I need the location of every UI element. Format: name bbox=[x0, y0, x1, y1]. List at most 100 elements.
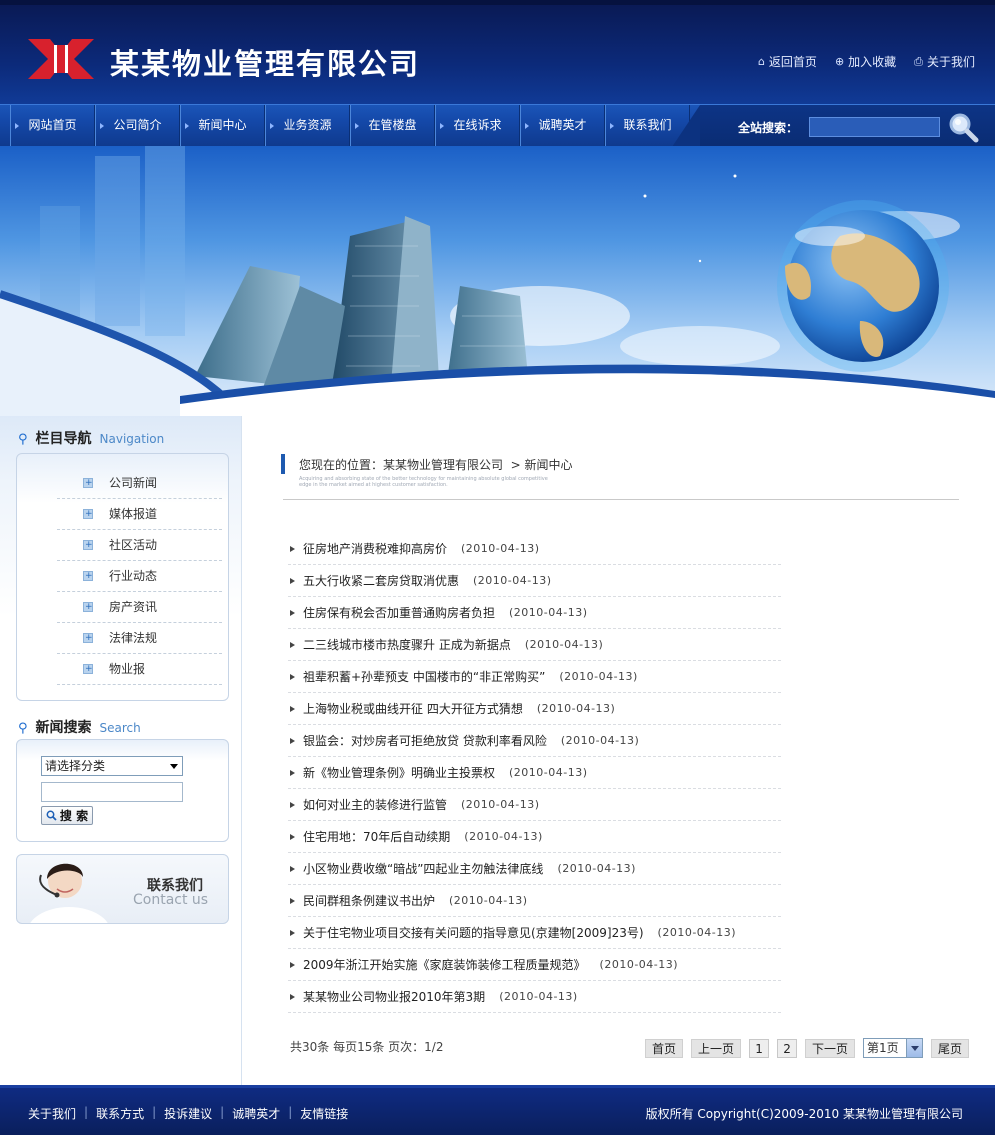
sidebar-item-company-news[interactable]: 公司新闻 bbox=[57, 468, 222, 499]
arrow-right-icon bbox=[290, 961, 295, 968]
sidebar-item-label: 社区活动 bbox=[109, 538, 158, 552]
home-link[interactable]: ⌂ 返回首页 bbox=[758, 53, 817, 70]
sidebar-item-realestate[interactable]: 房产资讯 bbox=[57, 592, 222, 623]
news-item[interactable]: 民间群租条例建议书出炉 (2010-04-13) bbox=[288, 885, 781, 917]
footer-link-careers[interactable]: 诚聘英才 bbox=[232, 1105, 280, 1122]
footer-link-friends[interactable]: 友情链接 bbox=[300, 1105, 348, 1122]
next-page-button[interactable]: 下一页 bbox=[805, 1038, 856, 1058]
news-item[interactable]: 二三线城市楼市热度骤升 正成为新据点 (2010-04-13) bbox=[288, 629, 781, 661]
about-icon: ⎙ bbox=[914, 54, 923, 68]
pagination: 首页 上一页 1 2 下一页 第1页 尾页 bbox=[645, 1038, 970, 1058]
news-item[interactable]: 小区物业费收缴“暗战”四起业主勿触法律底线 (2010-04-13) bbox=[288, 853, 781, 885]
nav-item-business[interactable]: 业务资源 bbox=[265, 105, 350, 147]
news-title: 征房地产消费税难抑高房价 bbox=[303, 542, 448, 556]
page-select-value: 第1页 bbox=[867, 1041, 899, 1055]
category-select-value: 请选择分类 bbox=[45, 759, 106, 773]
news-date: (2010-04-13) bbox=[657, 926, 737, 939]
arrow-right-icon bbox=[290, 929, 295, 936]
news-item[interactable]: 住宅用地：70年后自动续期 (2010-04-13) bbox=[288, 821, 781, 853]
news-item[interactable]: 新《物业管理条例》明确业主投票权 (2010-04-13) bbox=[288, 757, 781, 789]
news-title: 银监会：对炒房者可拒绝放贷 贷款利率看风险 bbox=[303, 734, 547, 748]
news-search-button-label: 搜 索 bbox=[59, 809, 89, 823]
nav-item-appeals[interactable]: 在线诉求 bbox=[435, 105, 520, 147]
news-date: (2010-04-13) bbox=[536, 702, 616, 715]
news-item[interactable]: 征房地产消费税难抑高房价 (2010-04-13) bbox=[288, 533, 781, 565]
arrow-right-icon bbox=[290, 801, 295, 808]
news-date: (2010-04-13) bbox=[559, 670, 638, 683]
site-search-button[interactable] bbox=[947, 111, 979, 143]
breadcrumb-home[interactable]: 某某物业管理有限公司 bbox=[383, 458, 503, 472]
news-item[interactable]: 祖辈积蓄+孙辈预支 中国楼市的“非正常购买” (2010-04-13) bbox=[288, 661, 781, 693]
chevron-down-icon bbox=[906, 1039, 923, 1057]
news-search-title-en: Search bbox=[99, 721, 141, 735]
prev-page-button[interactable]: 上一页 bbox=[691, 1038, 742, 1058]
news-item[interactable]: 银监会：对炒房者可拒绝放贷 贷款利率看风险 (2010-04-13) bbox=[288, 725, 781, 757]
site-search-input[interactable] bbox=[809, 117, 940, 137]
breadcrumb-tagline: Acquiring and absorbing state of the bet… bbox=[299, 476, 548, 488]
footer-link-contact[interactable]: 联系方式 bbox=[96, 1105, 144, 1122]
site-footer: 关于我们 | 联系方式 | 投诉建议 | 诚聘英才 | 友情链接 版权所有 Copyri… bbox=[0, 1085, 995, 1135]
sidebar-item-label: 媒体报道 bbox=[109, 507, 158, 521]
sidebar-item-media[interactable]: 媒体报道 bbox=[57, 499, 222, 530]
keyword-input[interactable] bbox=[41, 782, 183, 802]
nav-items: 网站首页 公司简介 新闻中心 业务资源 在管楼盘 在线诉求 诚聘英才 联系我们 bbox=[10, 105, 690, 147]
breadcrumb: 您现在的位置：某某物业管理有限公司 > 新闻中心 bbox=[299, 456, 573, 473]
footer-link-about[interactable]: 关于我们 bbox=[28, 1105, 76, 1122]
news-search-box: 请选择分类 搜 索 bbox=[16, 739, 229, 842]
news-date: (2010-04-13) bbox=[473, 574, 552, 587]
content-area: 您现在的位置：某某物业管理有限公司 > 新闻中心 Acquiring and a… bbox=[243, 416, 995, 1085]
news-date: (2010-04-13) bbox=[464, 830, 543, 843]
nav-item-home[interactable]: 网站首页 bbox=[10, 105, 95, 147]
footer-separator: | bbox=[288, 1105, 293, 1119]
nav-item-properties[interactable]: 在管楼盘 bbox=[350, 105, 435, 147]
arrow-right-icon bbox=[290, 705, 295, 712]
sidebar-item-law[interactable]: 法律法规 bbox=[57, 623, 222, 654]
nav-item-about[interactable]: 公司简介 bbox=[95, 105, 180, 147]
nav-item-careers[interactable]: 诚聘英才 bbox=[520, 105, 605, 147]
site-search-label: 全站搜索： bbox=[738, 121, 799, 135]
arrow-right-icon bbox=[290, 577, 295, 584]
copyright: 版权所有 Copyright(C)2009-2010 某某物业管理有限公司 bbox=[645, 1107, 963, 1121]
news-item[interactable]: 如何对业主的装修进行监管 (2010-04-13) bbox=[288, 789, 781, 821]
page-select[interactable]: 第1页 bbox=[863, 1038, 924, 1058]
sidebar-item-label: 物业报 bbox=[109, 662, 146, 676]
page-number-2[interactable]: 2 bbox=[777, 1038, 798, 1058]
news-date: (2010-04-13) bbox=[449, 894, 528, 907]
first-page-button[interactable]: 首页 bbox=[645, 1038, 684, 1058]
news-item[interactable]: 2009年浙江开始实施《家庭装饰装修工程质量规范》 (2010-04-13) bbox=[288, 949, 781, 981]
sidebar-item-label: 行业动态 bbox=[109, 569, 158, 583]
news-title: 祖辈积蓄+孙辈预支 中国楼市的“非正常购买” bbox=[303, 670, 546, 684]
page-number-1[interactable]: 1 bbox=[749, 1038, 770, 1058]
arrow-right-icon bbox=[290, 737, 295, 744]
last-page-button[interactable]: 尾页 bbox=[931, 1038, 970, 1058]
favorite-link[interactable]: ⊕ 加入收藏 bbox=[835, 53, 896, 70]
favorite-link-label: 加入收藏 bbox=[848, 55, 897, 69]
favorite-icon: ⊕ bbox=[834, 55, 845, 68]
news-title: 住房保有税会否加重普通购房者负担 bbox=[303, 606, 496, 620]
plus-icon bbox=[83, 592, 93, 622]
news-search-title: ⚲ 新闻搜索 Search bbox=[18, 717, 141, 737]
customer-service-avatar bbox=[30, 863, 108, 923]
news-item[interactable]: 住房保有税会否加重普通购房者负担 (2010-04-13) bbox=[288, 597, 781, 629]
news-title: 某某物业公司物业报2010年第3期 bbox=[303, 990, 486, 1004]
about-link-label: 关于我们 bbox=[926, 55, 975, 69]
home-icon: ⌂ bbox=[757, 55, 765, 68]
sidebar-item-industry[interactable]: 行业动态 bbox=[57, 561, 222, 592]
news-item[interactable]: 五大行收紧二套房贷取消优惠 (2010-04-13) bbox=[288, 565, 781, 597]
about-link[interactable]: ⎙ 关于我们 bbox=[914, 53, 975, 70]
sidebar-item-community[interactable]: 社区活动 bbox=[57, 530, 222, 561]
sidebar-item-newspaper[interactable]: 物业报 bbox=[57, 654, 222, 685]
category-select[interactable]: 请选择分类 bbox=[41, 756, 183, 776]
news-search-button[interactable]: 搜 索 bbox=[41, 806, 93, 825]
breadcrumb-prefix: 您现在的位置： bbox=[299, 458, 384, 472]
footer-link-complaints[interactable]: 投诉建议 bbox=[164, 1105, 212, 1122]
news-list: 征房地产消费税难抑高房价 (2010-04-13) 五大行收紧二套房贷取消优惠 (2… bbox=[288, 533, 781, 1013]
category-title: ⚲ 栏目导航 Navigation bbox=[18, 428, 164, 448]
plus-icon bbox=[83, 623, 93, 653]
news-item[interactable]: 上海物业税或曲线开征 四大开征方式猜想 (2010-04-13) bbox=[288, 693, 781, 725]
news-item[interactable]: 某某物业公司物业报2010年第3期 (2010-04-13) bbox=[288, 981, 781, 1013]
chevron-down-icon bbox=[170, 764, 178, 769]
nav-item-news[interactable]: 新闻中心 bbox=[180, 105, 265, 147]
news-item[interactable]: 关于住宅物业项目交接有关问题的指导意见(京建物[2009]23号) (2010-0… bbox=[288, 917, 781, 949]
contact-card[interactable]: 联系我们 Contact us bbox=[16, 854, 229, 924]
